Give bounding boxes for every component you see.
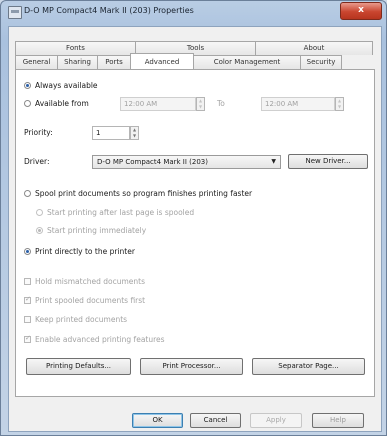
keep-printed-checkbox[interactable] xyxy=(24,316,31,323)
printing-defaults-button[interactable]: Printing Defaults... xyxy=(26,358,131,375)
print-spooled-first-checkbox[interactable] xyxy=(24,295,31,304)
start-after-last-page-label: Start printing after last page is spoole… xyxy=(47,208,195,217)
separator-page-button[interactable]: Separator Page... xyxy=(252,358,365,375)
tab-advanced[interactable]: Advanced xyxy=(130,53,194,69)
driver-label: Driver: xyxy=(24,157,50,166)
hold-mismatched-label: Hold mismatched documents xyxy=(35,277,145,286)
ok-button[interactable]: OK xyxy=(132,413,183,428)
tab-general[interactable]: General xyxy=(15,55,58,69)
dialog-client-area: Fonts Tools About General Sharing Ports … xyxy=(8,26,382,432)
window-title: D-O MP Compact4 Mark II (203) Properties xyxy=(24,6,194,15)
always-available-label: Always available xyxy=(35,81,98,90)
from-time-spinner[interactable]: ▲ ▼ xyxy=(196,97,205,111)
tab-color-management[interactable]: Color Management xyxy=(193,55,301,69)
print-directly-radio[interactable] xyxy=(24,248,31,255)
spool-radio[interactable] xyxy=(24,190,31,197)
enable-advanced-features-checkbox[interactable] xyxy=(24,334,31,343)
tab-row-front: General Sharing Ports Advanced Color Man… xyxy=(15,53,342,69)
to-time-spinner[interactable]: ▲ ▼ xyxy=(335,97,344,111)
apply-button[interactable]: Apply xyxy=(250,413,302,428)
spool-label: Spool print documents so program finishe… xyxy=(35,189,253,198)
chevron-down-icon: ▼ xyxy=(271,158,276,165)
priority-label: Priority: xyxy=(24,128,53,137)
available-to-time[interactable]: 12:00 AM xyxy=(261,97,335,111)
available-from-radio[interactable] xyxy=(24,100,31,107)
start-immediately-label: Start printing immediately xyxy=(47,226,147,235)
print-directly-label: Print directly to the printer xyxy=(35,247,135,256)
help-button[interactable]: Help xyxy=(312,413,364,428)
available-from-label: Available from xyxy=(35,99,89,108)
hold-mismatched-checkbox[interactable] xyxy=(24,278,31,285)
to-label: To xyxy=(217,99,225,108)
title-bar[interactable]: D-O MP Compact4 Mark II (203) Properties… xyxy=(1,1,387,23)
priority-field[interactable]: 1 xyxy=(92,126,130,140)
tab-about[interactable]: About xyxy=(255,41,373,55)
advanced-tab-panel: Always available Available from 12:00 AM… xyxy=(15,69,375,397)
available-from-time[interactable]: 12:00 AM xyxy=(120,97,196,111)
close-button[interactable]: x xyxy=(340,2,382,20)
tab-fonts[interactable]: Fonts xyxy=(15,41,136,55)
enable-advanced-features-label: Enable advanced printing features xyxy=(35,335,165,344)
print-processor-button[interactable]: Print Processor... xyxy=(140,358,243,375)
printer-icon xyxy=(8,6,22,19)
driver-value: D-O MP Compact4 Mark II (203) xyxy=(97,158,208,166)
priority-spinner[interactable]: ▲ ▼ xyxy=(130,126,139,140)
tab-ports[interactable]: Ports xyxy=(97,55,131,69)
driver-dropdown[interactable]: D-O MP Compact4 Mark II (203) ▼ xyxy=(92,155,281,169)
print-spooled-first-label: Print spooled documents first xyxy=(35,296,146,305)
keep-printed-label: Keep printed documents xyxy=(35,315,128,324)
start-after-last-page-radio[interactable] xyxy=(36,209,43,216)
start-immediately-radio[interactable] xyxy=(36,227,43,234)
new-driver-button[interactable]: New Driver... xyxy=(288,154,368,169)
cancel-button[interactable]: Cancel xyxy=(190,413,241,428)
always-available-radio[interactable] xyxy=(24,82,31,89)
tab-security[interactable]: Security xyxy=(300,55,342,69)
tab-sharing[interactable]: Sharing xyxy=(57,55,98,69)
properties-window: D-O MP Compact4 Mark II (203) Properties… xyxy=(0,0,387,436)
